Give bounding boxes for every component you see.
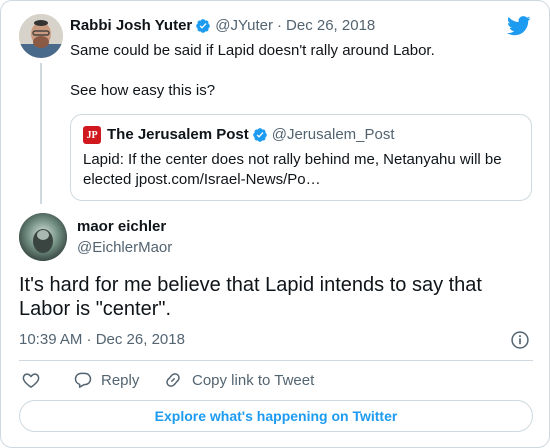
heart-icon xyxy=(22,373,40,388)
avatar[interactable] xyxy=(19,14,63,58)
verified-badge-icon xyxy=(252,127,267,142)
separator: · xyxy=(277,17,283,34)
author-handle[interactable]: @EichlerMaor xyxy=(77,239,172,256)
parent-tweet-header: Rabbi Josh Yuter @JYuter · Dec 26, 2018 xyxy=(70,17,375,34)
copy-link-label: Copy link to Tweet xyxy=(192,371,315,389)
quoted-tweet-text: Lapid: If the center does not rally behi… xyxy=(83,151,502,188)
tweet-date[interactable]: Dec 26, 2018 xyxy=(286,17,375,34)
copy-link-button[interactable]: Copy link to Tweet xyxy=(163,370,314,390)
quoted-tweet-header: The Jerusalem Post @Jerusalem_Post xyxy=(107,126,395,143)
reply-label: Reply xyxy=(101,371,140,389)
tweet-embed-card: Rabbi Josh Yuter @JYuter · Dec 26, 2018 … xyxy=(0,0,550,448)
twitter-bird-icon[interactable] xyxy=(507,16,531,36)
reply-icon xyxy=(74,372,92,388)
author-name[interactable]: Rabbi Josh Yuter xyxy=(70,17,192,34)
like-button[interactable] xyxy=(21,370,41,390)
explore-button[interactable]: Explore what's happening on Twitter xyxy=(19,400,533,432)
tweet-timestamp[interactable]: 10:39 AM · Dec 26, 2018 xyxy=(19,331,185,348)
quoted-author-handle: @Jerusalem_Post xyxy=(271,126,395,143)
link-icon xyxy=(166,373,180,387)
quoted-tweet-card[interactable]: JP The Jerusalem Post @Jerusalem_Post La… xyxy=(70,114,532,201)
author-name[interactable]: maor eichler xyxy=(77,218,166,235)
tweet-text: It's hard for me believe that Lapid inte… xyxy=(19,274,482,320)
jpost-logo: JP xyxy=(83,126,101,144)
quoted-author-name: The Jerusalem Post xyxy=(107,126,249,143)
thread-connector-line xyxy=(40,63,42,204)
verified-badge-icon xyxy=(196,18,211,33)
info-icon[interactable] xyxy=(510,330,530,350)
parent-tweet-text: Same could be said if Lapid doesn't rall… xyxy=(70,42,435,99)
reply-button[interactable]: Reply xyxy=(73,370,139,390)
divider xyxy=(19,360,533,361)
author-handle[interactable]: @JYuter xyxy=(215,17,273,34)
avatar[interactable] xyxy=(19,213,67,261)
